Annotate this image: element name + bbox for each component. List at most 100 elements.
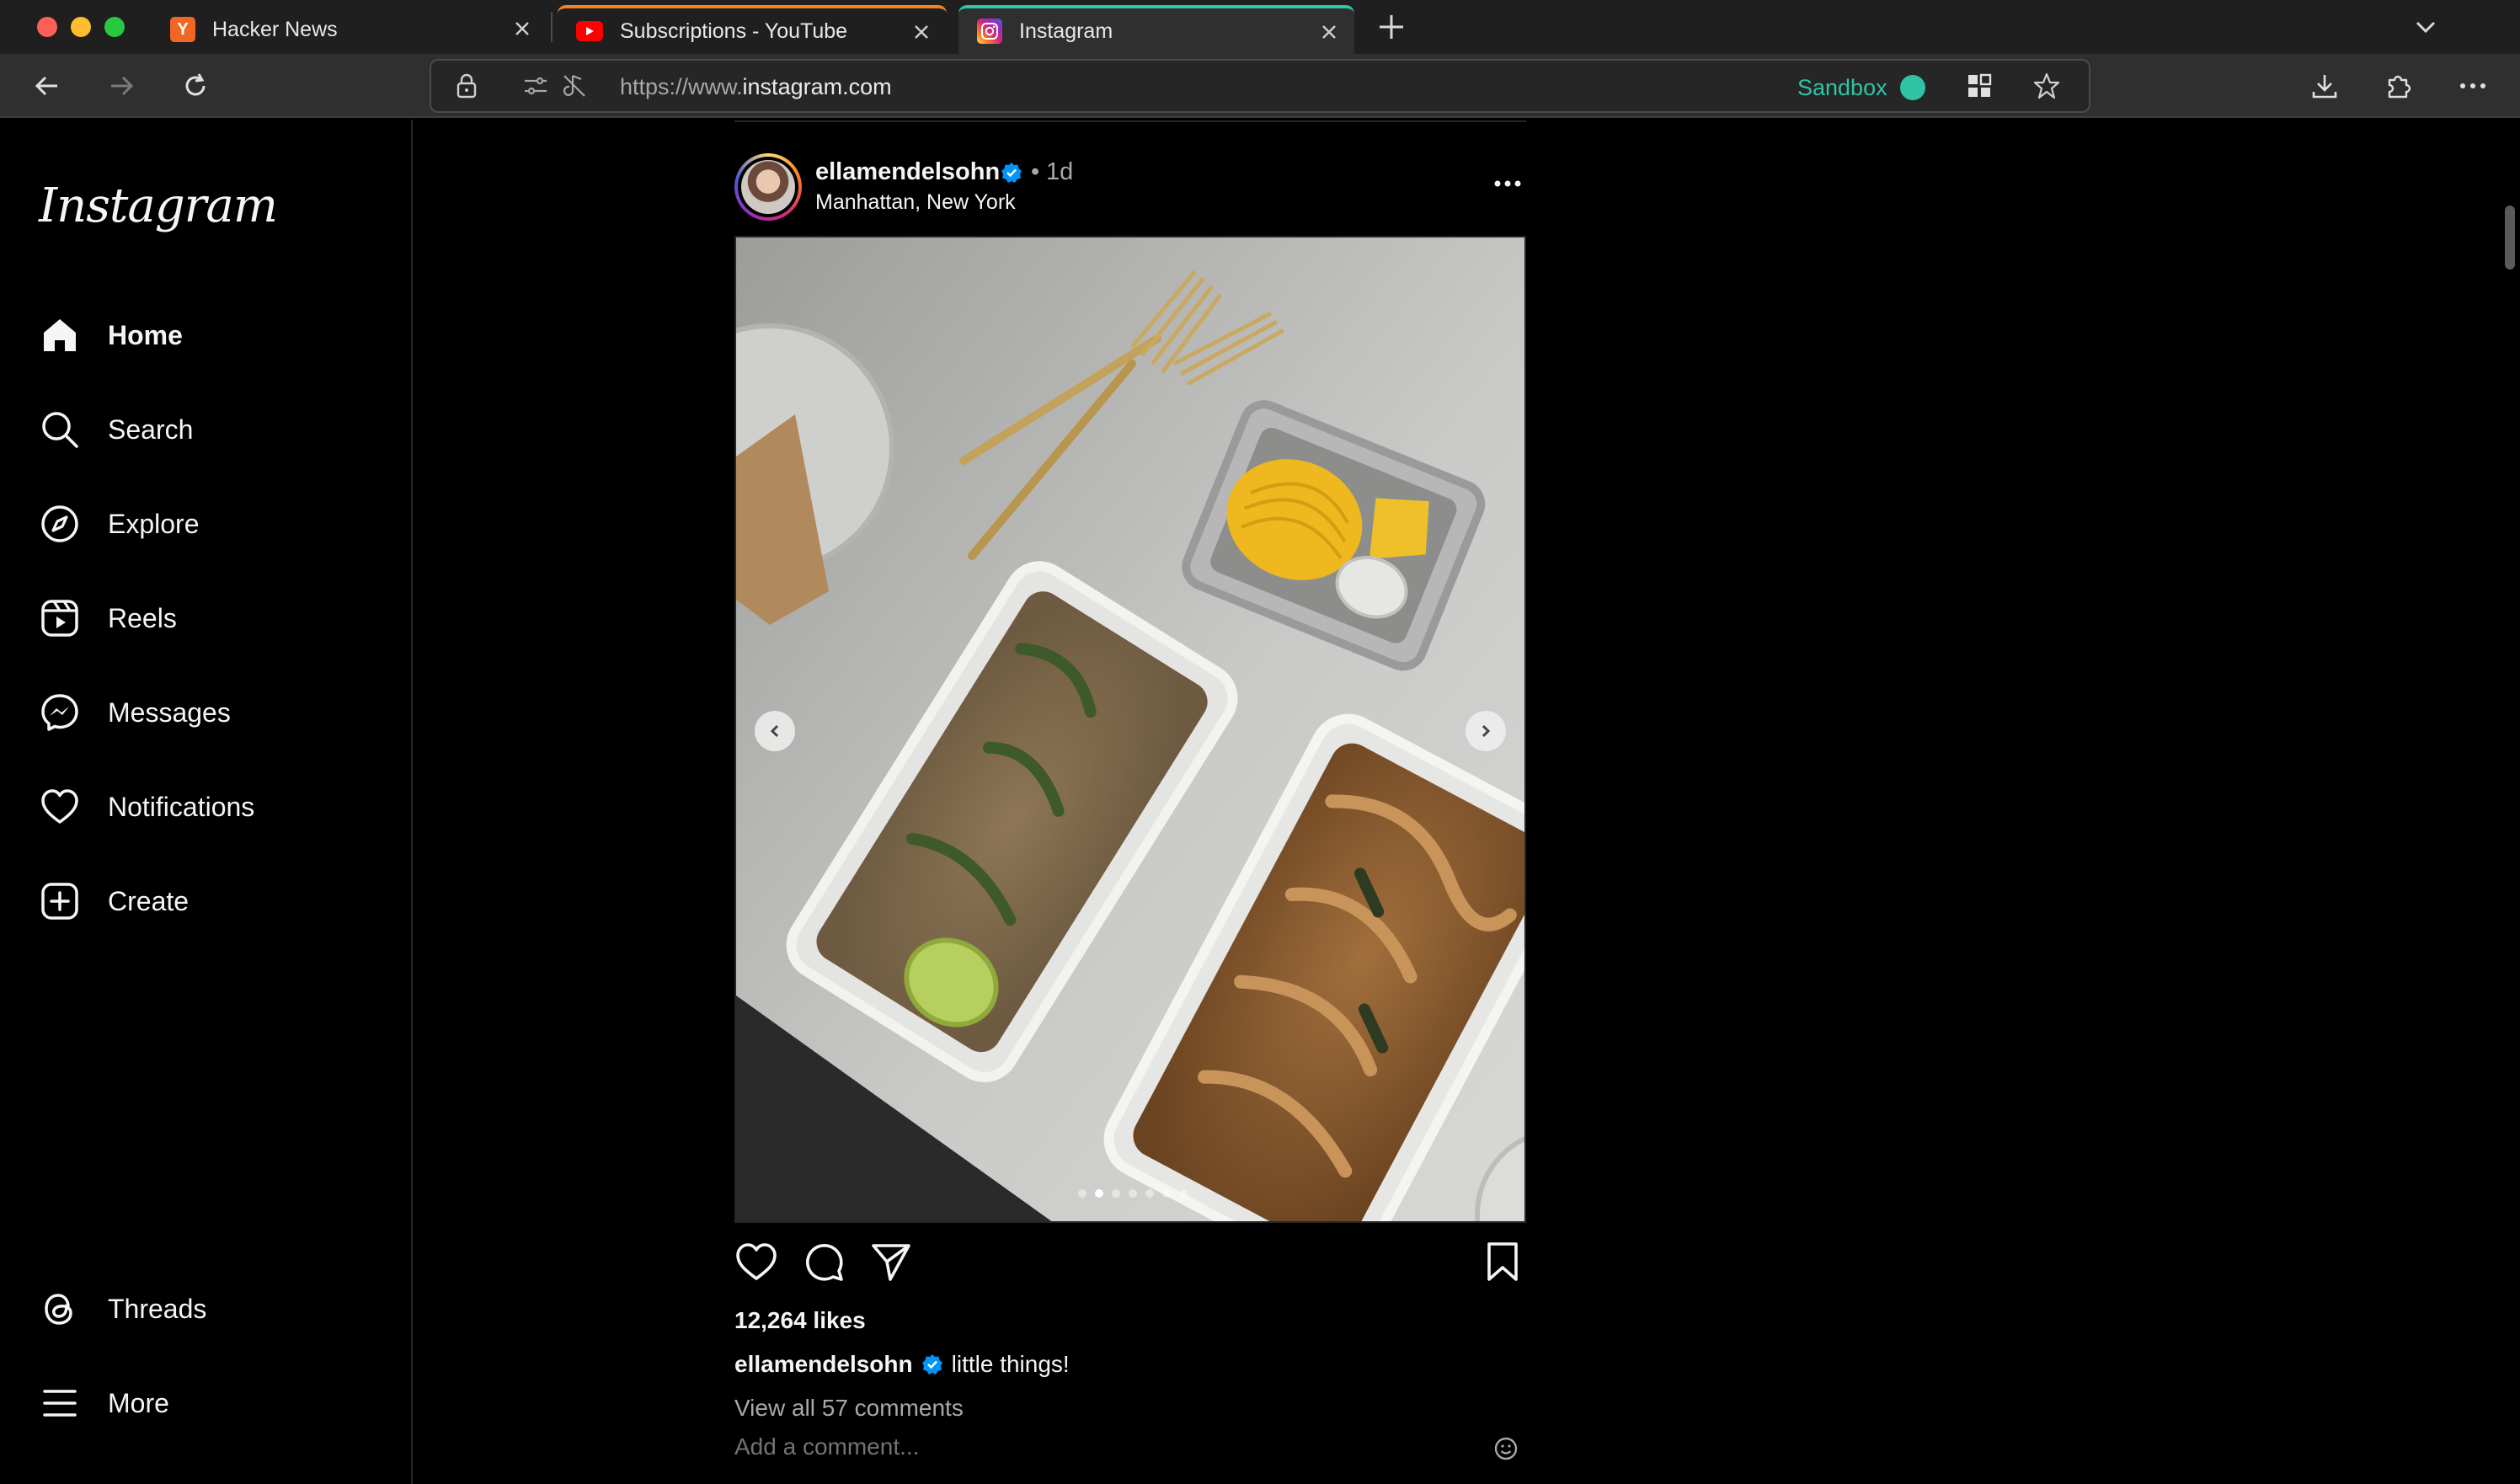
post-location[interactable]: Manhattan, New York xyxy=(815,190,1016,215)
url-host: instagram.com xyxy=(742,74,892,99)
carousel-dot xyxy=(1145,1189,1154,1198)
tab-hacker-news[interactable]: Y Hacker News xyxy=(152,5,547,54)
feed-divider xyxy=(734,120,1526,122)
caption-username[interactable]: ellamendelsohn xyxy=(734,1351,913,1378)
instagram-logo[interactable]: Instagram xyxy=(39,179,278,233)
nav-more[interactable]: More xyxy=(37,1378,169,1428)
reels-icon xyxy=(37,595,83,641)
post-photo[interactable] xyxy=(734,236,1526,1223)
emoji-icon[interactable] xyxy=(1492,1435,1519,1462)
chevron-right-icon xyxy=(1482,724,1491,738)
home-icon xyxy=(37,312,83,358)
nav-home[interactable]: Home xyxy=(37,310,183,360)
url-text[interactable]: https://www.instagram.com xyxy=(620,74,892,100)
verified-badge-icon xyxy=(1001,163,1022,183)
post-photo-image xyxy=(736,238,1524,1221)
reload-icon[interactable] xyxy=(179,69,212,103)
verified-badge-icon xyxy=(921,1354,942,1375)
bookmark-star-icon[interactable] xyxy=(2030,69,2064,103)
threads-icon xyxy=(37,1286,83,1332)
nav-label: Reels xyxy=(108,602,177,633)
carousel-dot xyxy=(1162,1189,1171,1198)
tab-instagram[interactable]: Instagram xyxy=(958,5,1354,54)
carousel-next-button[interactable] xyxy=(1466,711,1506,751)
chevron-left-icon xyxy=(770,724,779,738)
nav-label: Create xyxy=(108,885,190,916)
address-bar[interactable]: https://www.instagram.com Sandbox xyxy=(430,59,2090,113)
new-tab-plus-icon[interactable] xyxy=(1376,12,1407,42)
heart-icon xyxy=(37,784,83,830)
avatar[interactable] xyxy=(734,153,802,221)
post-username[interactable]: ellamendelsohn xyxy=(815,158,1000,186)
search-icon xyxy=(37,407,83,452)
close-tab-icon[interactable] xyxy=(1316,19,1343,45)
close-tab-icon[interactable] xyxy=(509,15,536,42)
hamburger-menu-icon xyxy=(37,1380,83,1426)
carousel-dot xyxy=(1179,1189,1188,1198)
post-actions xyxy=(734,1240,1526,1287)
scrollbar-thumb[interactable] xyxy=(2505,206,2515,270)
carousel-dot xyxy=(1078,1189,1086,1198)
nav-label: Messages xyxy=(108,697,231,728)
caption-text: little things! xyxy=(951,1351,1070,1377)
sandbox-label[interactable]: Sandbox xyxy=(1797,75,1887,101)
nav-notifications[interactable]: Notifications xyxy=(37,782,254,832)
close-tab-icon[interactable] xyxy=(908,19,935,45)
view-comments-link[interactable]: View all 57 comments xyxy=(734,1395,964,1422)
carousel-indicator xyxy=(1078,1189,1188,1198)
post-caption: ellamendelsohn little things! xyxy=(734,1351,1070,1378)
apps-grid-icon[interactable] xyxy=(1962,69,1996,103)
window-zoom-button[interactable] xyxy=(104,17,125,37)
save-bookmark-icon[interactable] xyxy=(1481,1240,1524,1284)
forward-arrow-icon[interactable] xyxy=(104,69,138,103)
post-time[interactable]: 1d xyxy=(1046,158,1073,186)
hacker-news-y-icon: Y xyxy=(170,17,195,42)
more-menu-icon[interactable] xyxy=(2456,69,2490,103)
youtube-icon xyxy=(576,21,603,41)
nav-label: Threads xyxy=(108,1293,207,1324)
comment-bubble-icon[interactable] xyxy=(802,1240,846,1284)
share-send-icon[interactable] xyxy=(869,1240,913,1284)
carousel-dot xyxy=(1129,1189,1137,1198)
nav-create[interactable]: Create xyxy=(37,876,189,926)
url-scheme: https://www. xyxy=(620,74,743,99)
nav-label: Home xyxy=(108,319,183,350)
instagram-sidebar: Instagram Home Search Explore Reels Mess… xyxy=(0,120,413,1484)
like-heart-icon[interactable] xyxy=(734,1240,778,1284)
chevron-down-icon[interactable] xyxy=(2411,13,2441,40)
nav-label: Search xyxy=(108,414,194,445)
comment-placeholder: Add a comment... xyxy=(734,1433,920,1460)
download-icon[interactable] xyxy=(2308,69,2341,103)
window-close-button[interactable] xyxy=(37,17,57,37)
nav-threads[interactable]: Threads xyxy=(37,1284,206,1334)
carousel-dot xyxy=(1095,1189,1103,1198)
tab-title: Instagram xyxy=(1019,19,1113,43)
window-minimize-button[interactable] xyxy=(71,17,91,37)
extensions-puzzle-icon[interactable] xyxy=(2382,69,2416,103)
carousel-prev-button[interactable] xyxy=(755,711,795,751)
lock-icon[interactable] xyxy=(450,69,483,103)
sandbox-status-dot[interactable] xyxy=(1900,75,1925,100)
nav-explore[interactable]: Explore xyxy=(37,499,200,549)
messenger-icon xyxy=(37,690,83,735)
separator-dot: • xyxy=(1031,158,1040,185)
likes-count[interactable]: 12,264 likes xyxy=(734,1307,866,1334)
post-options-icon[interactable] xyxy=(1491,175,1524,192)
instagram-icon xyxy=(977,19,1002,44)
media-muted-icon[interactable] xyxy=(558,69,591,103)
nav-search[interactable]: Search xyxy=(37,404,193,455)
nav-reels[interactable]: Reels xyxy=(37,593,177,643)
tab-title: Hacker News xyxy=(212,17,338,41)
nav-label: More xyxy=(108,1387,169,1418)
nav-messages[interactable]: Messages xyxy=(37,687,231,738)
tab-title: Subscriptions - YouTube xyxy=(620,19,848,43)
compass-icon xyxy=(37,501,83,547)
tab-youtube[interactable]: Subscriptions - YouTube xyxy=(558,5,947,54)
site-settings-icon[interactable] xyxy=(519,69,553,103)
carousel-dot xyxy=(1112,1189,1120,1198)
back-arrow-icon[interactable] xyxy=(30,69,64,103)
page-scrollbar[interactable] xyxy=(2496,120,2520,1484)
browser-toolbar: https://www.instagram.com Sandbox xyxy=(0,54,2520,118)
add-comment-field[interactable]: Add a comment... xyxy=(734,1433,1526,1467)
tab-separator xyxy=(551,12,553,42)
